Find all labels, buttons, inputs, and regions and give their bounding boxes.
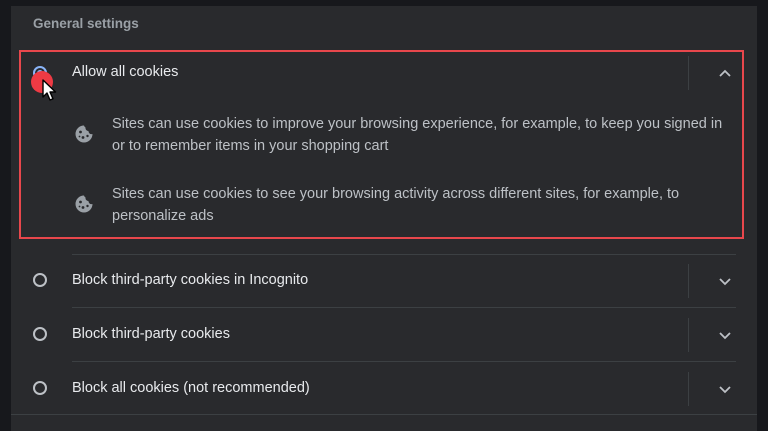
radio-block-third-party[interactable] — [33, 327, 47, 341]
option-block-third-party-incognito[interactable]: Block third-party cookies in Incognito — [11, 256, 757, 306]
option-label: Block all cookies (not recommended) — [72, 380, 310, 396]
section-title: General settings — [33, 16, 139, 31]
divider — [72, 254, 736, 255]
divider — [688, 372, 689, 406]
divider — [72, 307, 736, 308]
option-label: Allow all cookies — [72, 64, 179, 80]
mouse-cursor-icon — [42, 79, 57, 101]
option-allow-all-cookies[interactable]: Allow all cookies — [11, 48, 757, 98]
radio-block-third-party-incognito[interactable] — [33, 273, 47, 287]
detail-text: Sites can use cookies to improve your br… — [112, 116, 723, 154]
chevron-down-icon[interactable] — [717, 327, 733, 343]
cookie-icon — [75, 125, 93, 143]
divider — [688, 56, 689, 90]
divider — [72, 361, 736, 362]
radio-block-all-cookies[interactable] — [33, 381, 47, 395]
option-block-all-cookies[interactable]: Block all cookies (not recommended) — [11, 364, 757, 414]
divider — [688, 264, 689, 298]
chevron-up-icon[interactable] — [717, 65, 733, 81]
cookie-settings-panel: General settings Allow all cookies Sites… — [11, 6, 757, 431]
divider — [688, 318, 689, 352]
option-block-third-party[interactable]: Block third-party cookies — [11, 310, 757, 360]
cookie-icon — [75, 195, 93, 213]
chevron-down-icon[interactable] — [717, 381, 733, 397]
divider — [11, 414, 757, 415]
detail-text: Sites can use cookies to see your browsi… — [112, 186, 680, 224]
chevron-down-icon[interactable] — [717, 273, 733, 289]
option-label: Block third-party cookies — [72, 326, 230, 342]
option-label: Block third-party cookies in Incognito — [72, 272, 309, 288]
